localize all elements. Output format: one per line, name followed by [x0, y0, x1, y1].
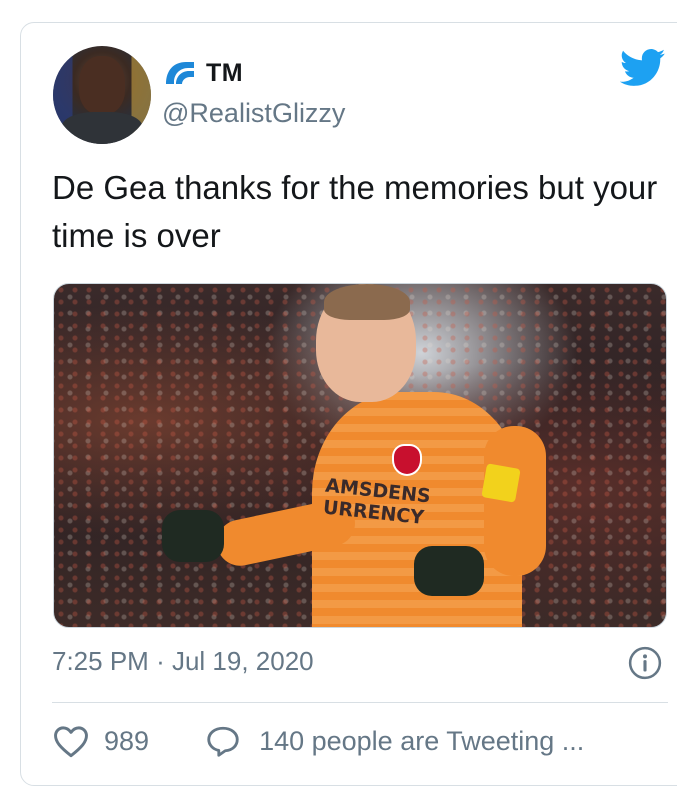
tweet-image[interactable]: AMSDENS URRENCY	[53, 283, 667, 628]
tweet-date[interactable]: Jul 19, 2020	[172, 646, 314, 676]
author-name-row[interactable]: TM	[162, 58, 243, 88]
chat-bubble-icon[interactable]	[205, 724, 241, 758]
heart-icon[interactable]	[52, 724, 90, 758]
like-count[interactable]: 989	[104, 726, 149, 757]
tweeting-count[interactable]: 140 people are Tweeting ...	[259, 726, 584, 757]
avatar-face	[79, 56, 125, 114]
wave-logo-icon	[166, 62, 194, 84]
image-player-right-arm	[484, 426, 546, 576]
info-icon[interactable]	[628, 646, 662, 680]
image-club-badge	[392, 444, 422, 476]
image-sleeve-patch	[481, 463, 521, 503]
tweet-text: De Gea thanks for the memories but your …	[52, 169, 658, 254]
avatar[interactable]	[53, 46, 151, 144]
image-player-hair	[324, 284, 410, 320]
twitter-bird-icon[interactable]	[620, 48, 666, 88]
user-handle[interactable]: @RealistGlizzy	[162, 98, 345, 129]
timestamp-separator: ·	[156, 646, 165, 676]
image-glove-right	[414, 546, 484, 596]
display-name[interactable]: TM	[206, 59, 243, 88]
avatar-shirt	[61, 112, 143, 144]
tweet-time[interactable]: 7:25 PM	[52, 646, 149, 676]
divider	[52, 702, 668, 703]
image-glove-left	[162, 510, 224, 562]
engagement-bar: 989 140 people are Tweeting ...	[52, 724, 584, 758]
tweet-timestamp[interactable]: 7:25 PM · Jul 19, 2020	[52, 646, 314, 677]
